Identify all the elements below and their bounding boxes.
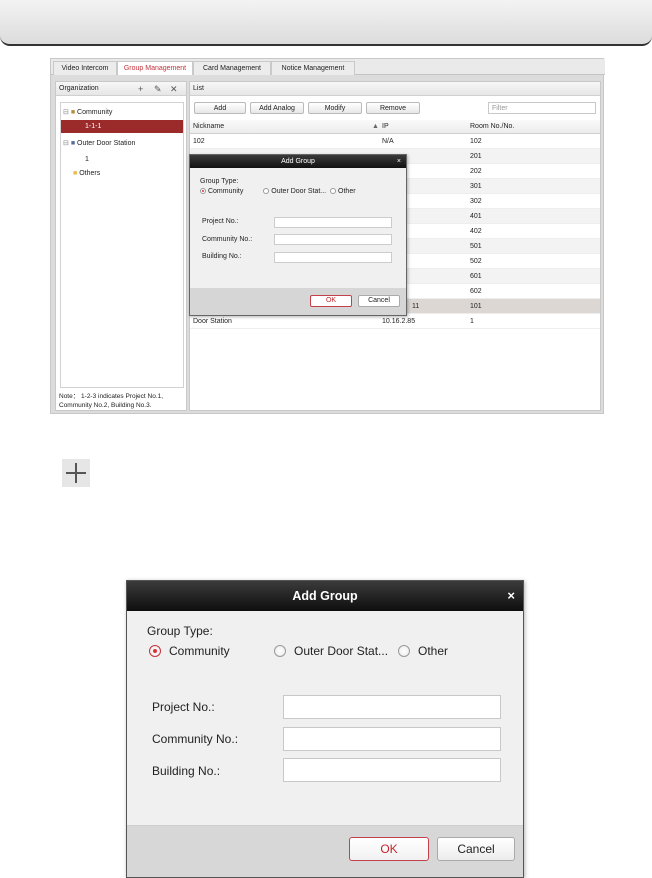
preview-group-type-label: Group Type: xyxy=(200,178,239,185)
tab-notice-management[interactable]: Notice Management xyxy=(271,61,355,75)
tree-item-community[interactable]: ⊟ ■ Community xyxy=(61,106,183,119)
community-no-input[interactable] xyxy=(283,727,501,751)
table-cell: 401 xyxy=(470,213,482,220)
add-icon[interactable]: + xyxy=(138,82,143,96)
table-row[interactable]: Door Station 10.16.2.85 1 xyxy=(190,314,600,329)
add-analog-button[interactable]: Add Analog xyxy=(250,102,304,114)
collapse-icon[interactable]: ⊟ xyxy=(63,109,69,116)
table-cell: N/A xyxy=(382,138,394,145)
tree-item-outer-door-station[interactable]: ⊟ ■ Outer Door Station xyxy=(61,137,183,150)
organization-header: Organization + ✎ ✕ xyxy=(56,82,186,96)
table-cell: 201 xyxy=(470,153,482,160)
option-outer-door-station[interactable]: Outer Door Stat... xyxy=(294,644,388,658)
dialog-title-bar: Add Group × xyxy=(127,581,523,611)
modify-button[interactable]: Modify xyxy=(308,102,362,114)
preview-group-type-options: Community Outer Door Stat... Other xyxy=(200,188,356,195)
list-header: List xyxy=(190,82,600,96)
add-group-dialog: Add Group × Group Type: Community Outer … xyxy=(126,580,524,878)
preview-community-no-input[interactable] xyxy=(274,234,392,245)
table-row[interactable]: 102 N/A 102 xyxy=(190,134,600,149)
group-type-label: Group Type: xyxy=(147,624,213,638)
table-cell: 1 xyxy=(470,318,474,325)
list-title: List xyxy=(193,85,204,92)
preview-ok-button[interactable]: OK xyxy=(310,295,352,307)
table-cell: 301 xyxy=(470,183,482,190)
collapse-icon[interactable]: ⊟ xyxy=(63,140,69,147)
organization-panel: Organization + ✎ ✕ ⊟ ■ Community 1-1-1 ⊟… xyxy=(55,81,187,411)
project-no-input[interactable] xyxy=(283,695,501,719)
radio-outer-door-station[interactable] xyxy=(274,645,286,657)
filter-input[interactable]: Filter xyxy=(488,102,596,114)
table-cell: 101 xyxy=(470,303,482,310)
table-cell: 402 xyxy=(470,228,482,235)
organization-tree: ⊟ ■ Community 1-1-1 ⊟ ■ Outer Door Stati… xyxy=(60,102,184,388)
column-room-no[interactable]: Room No./No. xyxy=(470,120,514,134)
option-other[interactable]: Other xyxy=(418,644,448,658)
table-cell: Door Station xyxy=(193,318,232,325)
building-no-input[interactable] xyxy=(283,758,501,782)
option-community[interactable]: Community xyxy=(169,644,230,658)
cancel-button[interactable]: Cancel xyxy=(437,837,515,861)
tree-item-1-1-1[interactable]: 1-1-1 xyxy=(61,120,183,133)
door-station-icon: ■ xyxy=(70,140,76,147)
table-cell: 501 xyxy=(470,243,482,250)
preview-project-no-input[interactable] xyxy=(274,217,392,228)
table-cell: 502 xyxy=(470,258,482,265)
organization-title: Organization xyxy=(59,85,99,92)
add-group-dialog-preview: Add Group × Group Type: Community Outer … xyxy=(189,154,407,316)
ok-button[interactable]: OK xyxy=(349,837,429,861)
preview-radio-community[interactable] xyxy=(200,188,206,195)
table-cell: 11 xyxy=(412,303,420,310)
column-nickname[interactable]: Nickname xyxy=(193,120,224,134)
close-icon[interactable]: × xyxy=(507,581,515,611)
column-ip[interactable]: IP xyxy=(382,120,389,134)
preview-community-no-label: Community No.: xyxy=(202,236,253,243)
building-no-label: Building No.: xyxy=(152,764,221,778)
preview-building-no-input[interactable] xyxy=(274,252,392,263)
folder-icon: ■ xyxy=(73,170,78,177)
radio-community[interactable] xyxy=(149,645,161,657)
tab-card-management[interactable]: Card Management xyxy=(193,61,271,75)
tree-item-1[interactable]: 1 xyxy=(61,153,183,166)
table-cell: 202 xyxy=(470,168,482,175)
preview-dialog-title: Add Group × xyxy=(190,155,406,168)
project-no-label: Project No.: xyxy=(152,700,215,714)
tab-group-management[interactable]: Group Management xyxy=(117,61,193,75)
tab-video-intercom[interactable]: Video Intercom xyxy=(53,61,117,75)
table-cell: 102 xyxy=(470,138,482,145)
note-text: Note： 1-2-3 indicates Project No.1, Comm… xyxy=(59,393,164,409)
preview-building-no-label: Building No.: xyxy=(202,253,242,260)
table-cell: 602 xyxy=(470,288,482,295)
edit-icon[interactable]: ✎ xyxy=(154,82,162,96)
community-no-label: Community No.: xyxy=(152,732,239,746)
dialog-title: Add Group xyxy=(292,589,358,603)
preview-radio-outer-door-station[interactable] xyxy=(263,188,270,195)
tree-item-others[interactable]: ■ Others xyxy=(61,167,183,180)
table-cell: 601 xyxy=(470,273,482,280)
preview-cancel-button[interactable]: Cancel xyxy=(358,295,400,307)
page-header xyxy=(0,0,652,46)
dialog-footer: OK Cancel xyxy=(127,825,523,877)
table-cell: 302 xyxy=(470,198,482,205)
preview-project-no-label: Project No.: xyxy=(202,218,239,225)
add-button[interactable]: Add xyxy=(194,102,246,114)
delete-icon[interactable]: ✕ xyxy=(170,82,178,96)
preview-dialog-footer: OK Cancel xyxy=(190,288,406,315)
table-cell: 102 xyxy=(193,138,205,145)
remove-button[interactable]: Remove xyxy=(366,102,420,114)
table-header: Nickname ▲ IP Room No./No. xyxy=(190,120,600,134)
table-cell: 10.16.2.85 xyxy=(382,318,416,325)
sort-asc-icon[interactable]: ▲ xyxy=(372,120,379,134)
add-icon xyxy=(62,459,90,487)
close-icon[interactable]: × xyxy=(397,155,401,168)
preview-radio-other[interactable] xyxy=(330,188,337,195)
radio-other[interactable] xyxy=(398,645,410,657)
tab-bar: Video Intercom Group Management Card Man… xyxy=(51,59,605,75)
community-icon: ■ xyxy=(70,109,76,116)
group-management-screenshot: Video Intercom Group Management Card Man… xyxy=(50,58,605,414)
